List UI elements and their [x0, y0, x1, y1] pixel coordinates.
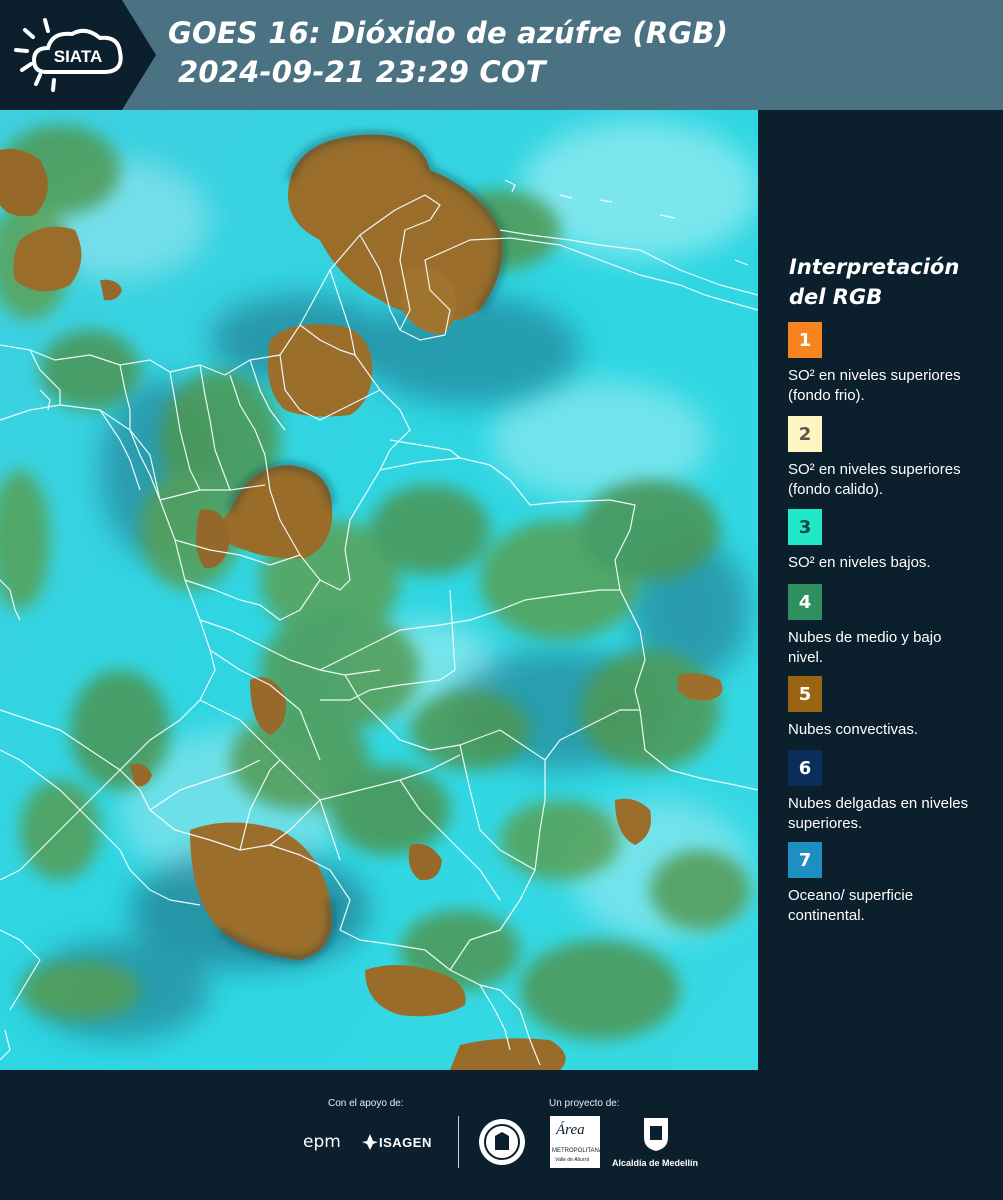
isagen-logo-icon [360, 1132, 380, 1157]
isagen-logo: ISAGEN [379, 1135, 432, 1150]
legend-item-6: 6 Nubes delgadas en niveles superiores. [788, 750, 988, 834]
legend-panel: Interpretación del RGB 1 SO² en niveles … [762, 110, 1003, 1070]
legend-item-5: 5 Nubes convectivas. [788, 676, 988, 740]
medellin-seal-icon [477, 1116, 527, 1173]
legend-label-7: Oceano/ superficie continental. [788, 887, 914, 924]
legend-item-3: 3 SO² en niveles bajos. [788, 509, 988, 573]
logo-text: SIATA [54, 47, 102, 66]
siata-logo[interactable]: SIATA [0, 0, 156, 110]
legend-swatch-6: 6 [788, 750, 822, 786]
siata-logo-icon: SIATA [0, 0, 156, 110]
legend-label-1: SO² en niveles superiores (fondo frio). [788, 367, 961, 404]
support-label: Con el apoyo de: [328, 1098, 404, 1109]
area-metropolitana-logo: Área METROPOLITANA Valle de Aburrá [550, 1116, 603, 1168]
timestamp: 2024-09-21 23:29 COT [178, 55, 546, 89]
legend-label-3: SO² en niveles bajos. [788, 554, 931, 571]
legend-swatch-5: 5 [788, 676, 822, 712]
footer-sponsors: Con el apoyo de: Un proyecto de: epm ISA… [0, 1070, 1003, 1200]
alcaldia-shield-icon [642, 1116, 670, 1157]
legend-swatch-4: 4 [788, 584, 822, 620]
alcaldia-label: Alcaldía de Medellín [612, 1158, 699, 1168]
header-bar: SIATA GOES 16: Dióxido de azúfre (RGB) 2… [0, 0, 1003, 110]
footer-divider [458, 1116, 459, 1168]
area-logo-sub2: Valle de Aburrá [555, 1157, 590, 1163]
legend-title-line2: del RGB [789, 285, 883, 309]
legend-label-2: SO² en niveles superiores (fondo calido)… [788, 461, 961, 498]
epm-logo: epm [303, 1132, 341, 1152]
satellite-map[interactable] [0, 110, 758, 1070]
legend-title: Interpretación del RGB [789, 252, 989, 312]
legend-swatch-2: 2 [788, 416, 822, 452]
legend-swatch-3: 3 [788, 509, 822, 545]
legend-label-5: Nubes convectivas. [788, 721, 919, 738]
page-title: GOES 16: Dióxido de azúfre (RGB) [168, 16, 729, 50]
satellite-map-image [0, 110, 758, 1070]
area-logo-name: Área [556, 1122, 585, 1138]
legend-item-7: 7 Oceano/ superficie continental. [788, 842, 988, 926]
area-logo-sub1: METROPOLITANA [552, 1148, 603, 1154]
legend-title-line1: Interpretación [789, 255, 960, 279]
legend-label-6: Nubes delgadas en niveles superiores. [788, 795, 969, 832]
legend-item-1: 1 SO² en niveles superiores (fondo frio)… [788, 322, 988, 406]
legend-swatch-1: 1 [788, 322, 822, 358]
project-label: Un proyecto de: [549, 1098, 620, 1109]
legend-label-4: Nubes de medio y bajo nivel. [788, 629, 942, 666]
legend-item-2: 2 SO² en niveles superiores (fondo calid… [788, 416, 988, 500]
legend-swatch-7: 7 [788, 842, 822, 878]
legend-item-4: 4 Nubes de medio y bajo nivel. [788, 584, 988, 668]
